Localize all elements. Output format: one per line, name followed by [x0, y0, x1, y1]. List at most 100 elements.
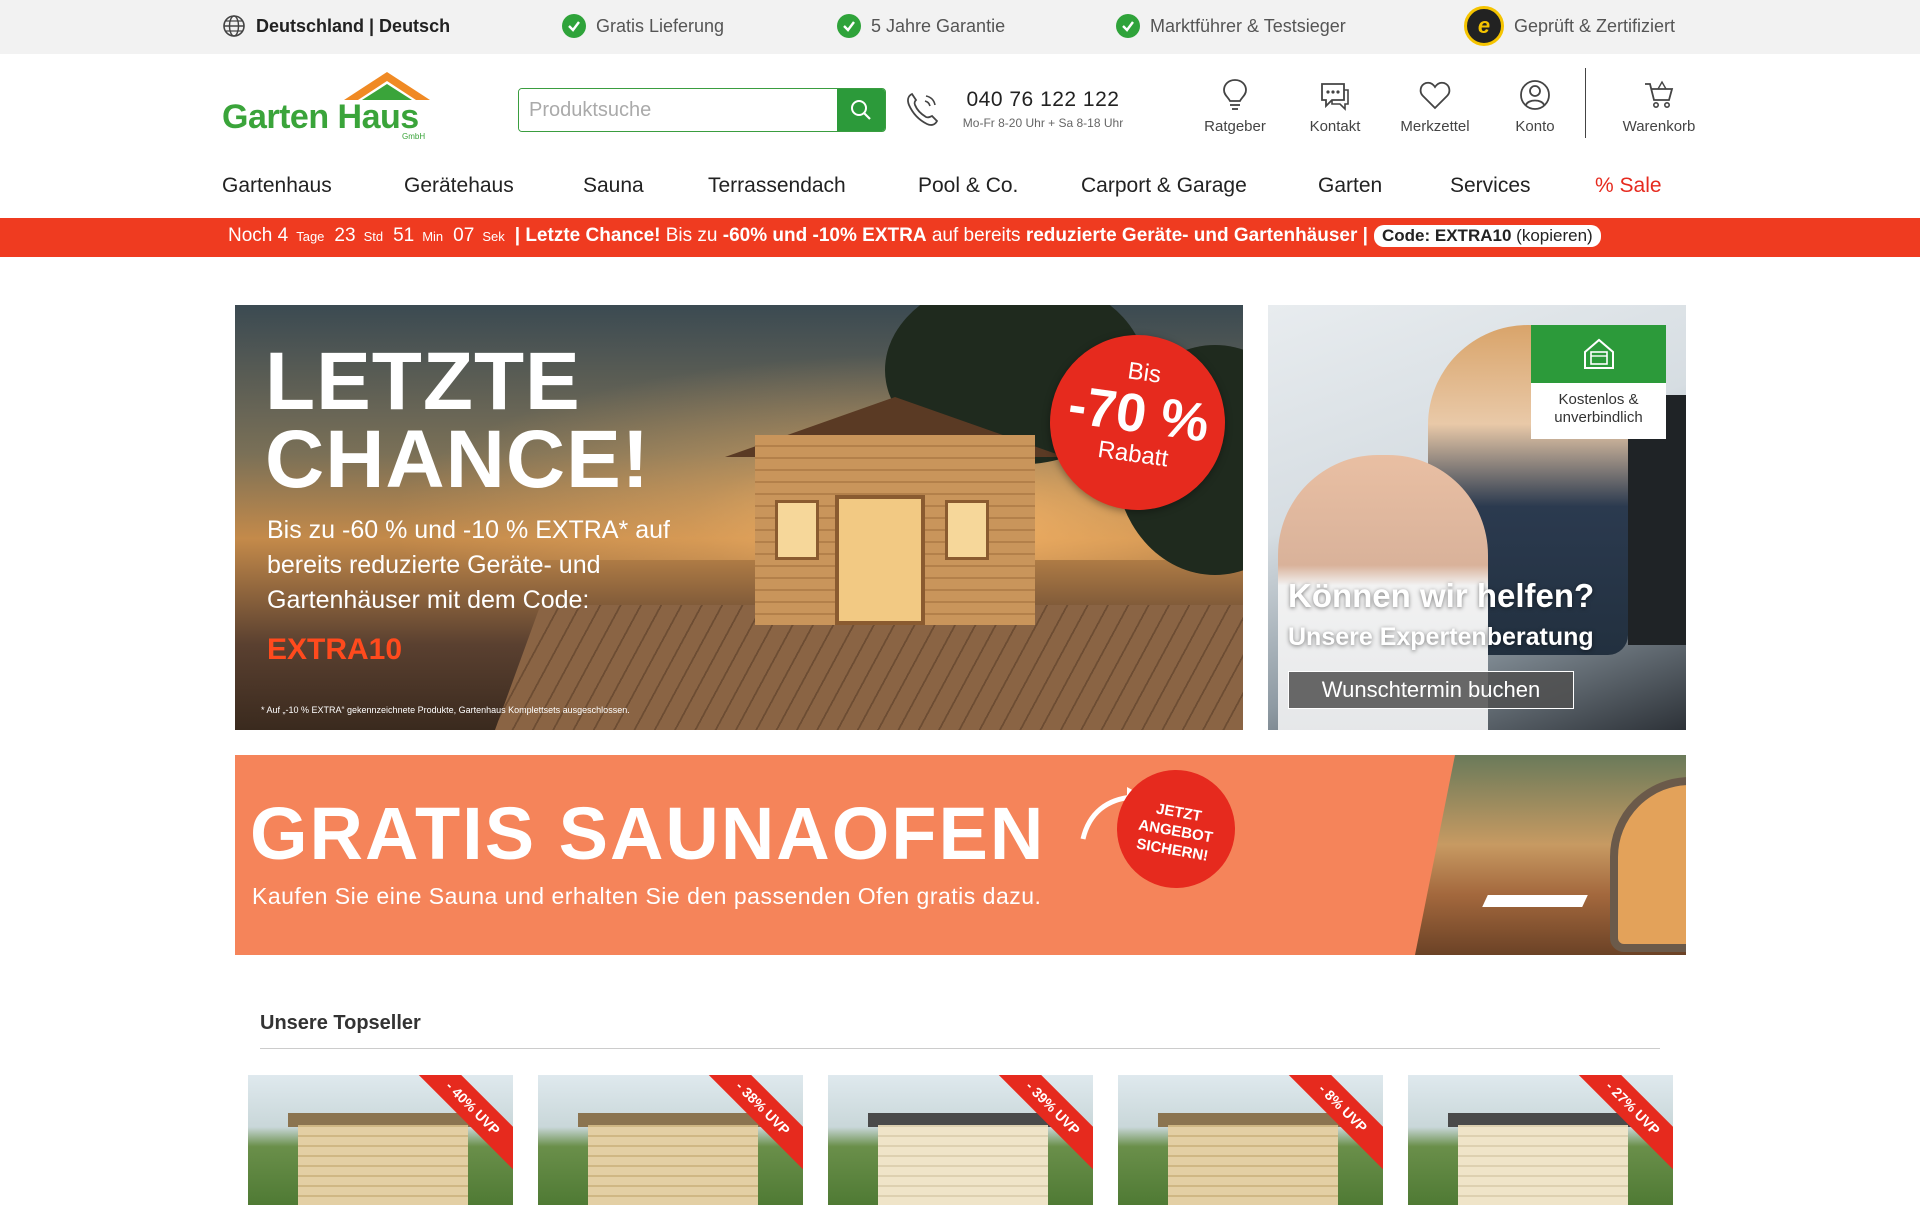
hero-title-line1: LETZTE — [265, 336, 581, 427]
help-subtitle: Unsere Expertenberatung — [1288, 623, 1594, 651]
promo-headline: Letzte Chance! — [525, 225, 661, 246]
product-image — [1458, 1125, 1628, 1205]
nav-item-pool[interactable]: Pool & Co. — [918, 174, 1018, 198]
free-sauna-oven-banner[interactable]: GRATIS SAUNAOFEN Kaufen Sie eine Sauna u… — [235, 755, 1686, 955]
hero-text: Bis zu -60 % und -10 % EXTRA* auf bereit… — [267, 516, 670, 614]
logo-subtext: GmbH — [402, 132, 426, 141]
sauna-title: GRATIS SAUNAOFEN — [250, 792, 1046, 875]
heart-icon — [1419, 81, 1451, 110]
check-icon — [1116, 14, 1140, 38]
countdown-hours: 23 — [334, 225, 356, 246]
promo-code: Code: EXTRA10 — [1382, 226, 1512, 245]
warenkorb-link[interactable]: Warenkorb — [1604, 78, 1714, 135]
certified-label: Geprüft & Zertifiziert — [1514, 15, 1676, 36]
hero-code: EXTRA10 — [267, 633, 403, 666]
product-image — [588, 1125, 758, 1205]
usp-label: Gratis Lieferung — [596, 15, 725, 36]
lightbulb-icon — [1223, 79, 1247, 110]
chat-icon — [1321, 83, 1349, 111]
ratgeber-label: Ratgeber — [1204, 118, 1266, 135]
countdown-minutes-label: Min — [422, 229, 444, 244]
search-box — [518, 88, 886, 132]
product-card[interactable]: - 40% UVP — [248, 1075, 513, 1205]
topseller-divider — [260, 1048, 1660, 1049]
product-card[interactable]: - 39% UVP — [828, 1075, 1093, 1205]
search-icon — [851, 100, 871, 120]
main-navigation: Gartenhaus Gerätehaus Sauna Terrassendac… — [0, 160, 1920, 218]
house-window-shape — [775, 500, 819, 560]
promo-code-copy[interactable]: Code: EXTRA10 (kopieren) — [1374, 225, 1601, 247]
product-image — [878, 1125, 1048, 1205]
kontakt-link[interactable]: Kontakt — [1285, 78, 1385, 135]
product-image — [298, 1125, 468, 1205]
warenkorb-label: Warenkorb — [1622, 118, 1696, 135]
house-window-shape — [945, 500, 989, 560]
topseller-heading: Unsere Topseller — [260, 1012, 421, 1034]
logo-text: Garten Haus — [222, 98, 419, 136]
check-icon — [562, 14, 586, 38]
lounger-shape — [1482, 895, 1588, 907]
promo-target: reduzierte Geräte- und Gartenhäuser — [1025, 225, 1358, 246]
expert-consultation-banner[interactable]: Kostenlos & unverbindlich Können wir hel… — [1268, 305, 1686, 730]
nav-item-services[interactable]: Services — [1450, 174, 1531, 198]
product-card[interactable]: - 27% UVP — [1408, 1075, 1673, 1205]
sauna-subtitle: Kaufen Sie eine Sauna und erhalten Sie d… — [252, 883, 1042, 909]
logo[interactable]: Garten Haus GmbH — [222, 72, 432, 142]
trusted-shops-icon: e — [1464, 6, 1504, 46]
check-icon — [837, 14, 861, 38]
hero-banner-last-chance[interactable]: LETZTE CHANCE! Bis zu -60 % und -10 % EX… — [235, 305, 1243, 730]
usp-market-leader: Marktführer & Testsieger — [1116, 14, 1346, 38]
phone-contact[interactable]: 040 76 122 122 Mo-Fr 8-20 Uhr + Sa 8-18 … — [950, 88, 1136, 130]
nav-item-sale[interactable]: % Sale — [1595, 174, 1662, 198]
nav-item-gartenhaus[interactable]: Gartenhaus — [222, 174, 332, 198]
nav-item-garten[interactable]: Garten — [1318, 174, 1382, 198]
phone-number[interactable]: 040 76 122 122 — [950, 88, 1136, 112]
globe-icon — [223, 15, 245, 37]
countdown-hours-label: Std — [363, 229, 384, 244]
countdown-seconds-label: Sek — [482, 229, 505, 244]
search-button[interactable] — [837, 89, 885, 131]
phone-icon — [907, 92, 939, 126]
language-label[interactable]: Deutschland | Deutsch — [256, 16, 450, 37]
calendar-badge — [1531, 325, 1666, 383]
product-card[interactable]: - 8% UVP — [1118, 1075, 1383, 1205]
book-appointment-button[interactable]: Wunschtermin buchen — [1288, 671, 1574, 709]
konto-link[interactable]: Konto — [1485, 78, 1585, 135]
product-card[interactable]: - 38% UVP — [538, 1075, 803, 1205]
hero-fine-print: * Auf „-10 % EXTRA“ gekennzeichnete Prod… — [261, 705, 630, 715]
calendar-house-icon — [1583, 338, 1614, 369]
opening-hours: Mo-Fr 8-20 Uhr + Sa 8-18 Uhr — [962, 116, 1124, 130]
product-image — [1168, 1125, 1338, 1205]
search-input[interactable] — [519, 89, 837, 131]
promo-text2: auf bereits — [931, 225, 1021, 246]
cart-icon — [1645, 80, 1674, 108]
countdown-prefix: Noch — [228, 225, 273, 246]
promo-separator: | — [514, 225, 521, 246]
promo-separator-2: | — [1362, 225, 1368, 246]
nav-item-geraetehaus[interactable]: Gerätehaus — [404, 174, 514, 198]
merkzettel-label: Merkzettel — [1400, 118, 1470, 135]
site-header: Garten Haus GmbH 040 76 122 122 Mo-Fr 8-… — [0, 54, 1920, 160]
language-selector[interactable]: Deutschland | Deutsch — [222, 14, 450, 38]
countdown-days-label: Tage — [296, 229, 325, 244]
nav-item-sauna[interactable]: Sauna — [583, 174, 644, 198]
house-door-shape — [835, 495, 925, 625]
usp-label: 5 Jahre Garantie — [871, 15, 1006, 36]
countdown-promo-bar: Noch 4 Tage 23 Std 51 Min 07 Sek | Letzt… — [0, 218, 1920, 257]
countdown-minutes: 51 — [393, 225, 415, 246]
header-divider — [1585, 68, 1586, 138]
trusted-shops-seal[interactable]: e Geprüft & Zertifiziert — [1464, 6, 1675, 46]
nav-item-terrassendach[interactable]: Terrassendach — [708, 174, 846, 198]
hero-title-line2: CHANCE! — [265, 414, 651, 505]
nav-item-carport-garage[interactable]: Carport & Garage — [1081, 174, 1247, 198]
promo-discount: -60% und -10% EXTRA — [722, 225, 927, 246]
ratgeber-link[interactable]: Ratgeber — [1185, 78, 1285, 135]
usp-delivery: Gratis Lieferung — [562, 14, 724, 38]
usp-guarantee: 5 Jahre Garantie — [837, 14, 1005, 38]
konto-label: Konto — [1515, 118, 1555, 135]
usp-label: Marktführer & Testsieger — [1150, 15, 1346, 36]
merkzettel-link[interactable]: Merkzettel — [1385, 78, 1485, 135]
top-bar: Deutschland | Deutsch Gratis Lieferung 5… — [0, 0, 1920, 54]
countdown-days: 4 — [277, 225, 289, 246]
help-title: Können wir helfen? — [1288, 577, 1595, 614]
